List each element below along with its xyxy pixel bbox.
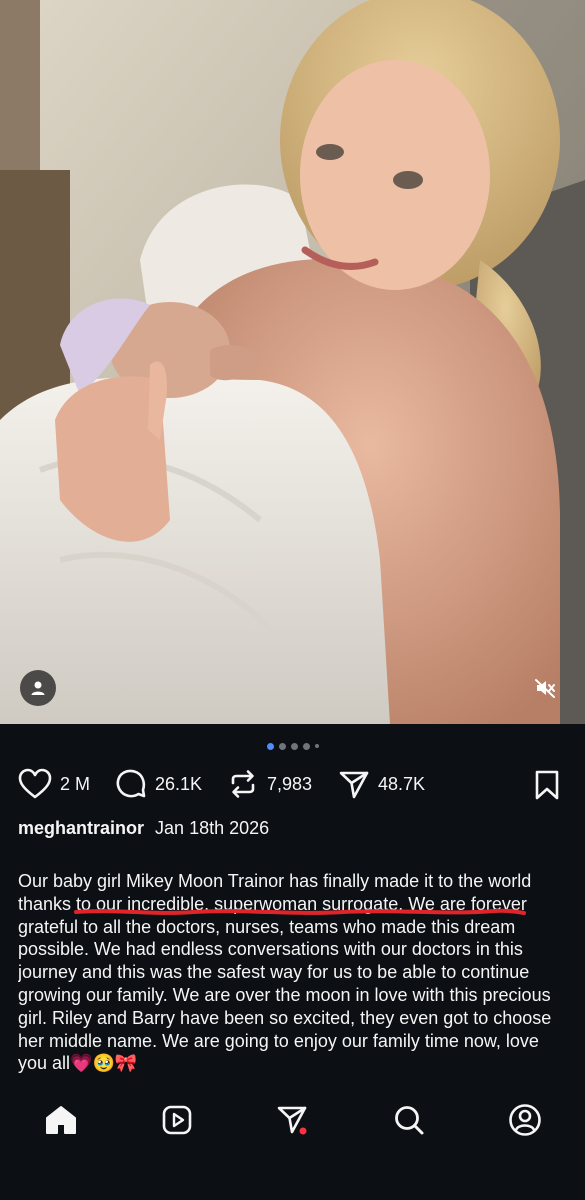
user-icon [31, 681, 45, 695]
comment-button[interactable]: 26.1K [115, 764, 202, 804]
post-photo[interactable] [0, 0, 585, 724]
author-username[interactable]: meghantrainor [18, 818, 144, 838]
home-icon [46, 1106, 76, 1134]
repost-icon [231, 770, 255, 798]
profile-icon [509, 1104, 541, 1136]
nav-search[interactable] [391, 1102, 427, 1138]
like-count: 2 M [60, 773, 91, 794]
like-button[interactable]: 2 M [18, 764, 90, 804]
repost-count: 7,983 [267, 773, 313, 794]
bottom-nav [0, 1082, 585, 1200]
carousel-dot-active [266, 742, 274, 750]
carousel-dot [290, 742, 298, 750]
nav-reels[interactable] [159, 1102, 195, 1138]
repost-button[interactable]: 7,983 [227, 764, 312, 804]
nav-profile[interactable] [507, 1102, 543, 1138]
mute-button[interactable] [531, 676, 559, 700]
carousel-dot [314, 744, 319, 748]
nav-messages[interactable] [275, 1102, 311, 1138]
comment-count: 26.1K [155, 773, 203, 794]
tag-people-button[interactable] [20, 670, 56, 706]
heart-icon [18, 768, 52, 799]
messages-icon [277, 1106, 307, 1135]
nav-home[interactable] [43, 1102, 79, 1138]
reels-icon [162, 1105, 192, 1135]
post-image [0, 0, 585, 724]
share-button[interactable]: 48.7K [338, 764, 425, 804]
carousel-indicator [0, 740, 585, 752]
carousel-dot [278, 742, 286, 750]
post-action-bar: 2 M 26.1K 7,983 48.7K [0, 764, 585, 804]
search-icon [395, 1106, 424, 1135]
send-icon [339, 771, 369, 799]
bookmark-icon [535, 770, 559, 800]
share-count: 48.7K [378, 773, 426, 794]
post-date: Jan 18th 2026 [155, 818, 270, 838]
post-byline: meghantrainor Jan 18th 2026 [18, 818, 269, 839]
post-caption: Our baby girl Mikey Moon Trainor has fin… [18, 871, 552, 1074]
comment-icon [116, 769, 146, 798]
carousel-dot [302, 742, 310, 750]
muted-speaker-icon [535, 679, 555, 698]
notification-dot [299, 1127, 307, 1135]
save-button[interactable] [533, 770, 561, 800]
